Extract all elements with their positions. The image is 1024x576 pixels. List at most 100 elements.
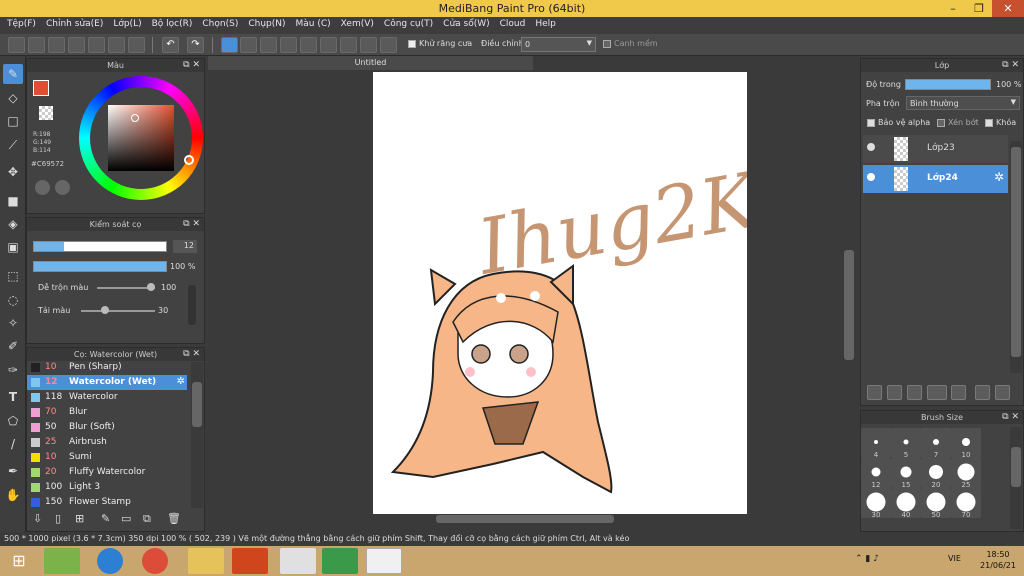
menu-help[interactable]: Help — [532, 17, 563, 34]
eye-icon[interactable] — [867, 173, 875, 181]
brush-size-option[interactable]: 5 — [891, 428, 921, 459]
app-icon[interactable] — [322, 548, 358, 574]
comment-icon[interactable] — [48, 37, 65, 53]
panel-float-close-icon[interactable]: ⧉ ✕ — [183, 59, 200, 72]
move-tool-icon[interactable]: ✥ — [3, 162, 23, 182]
medibang-taskbar-icon[interactable] — [366, 548, 402, 574]
cloud-icon[interactable] — [8, 37, 25, 53]
internet-explorer-icon[interactable] — [97, 548, 123, 574]
brush-item[interactable]: 25 Airbrush — [27, 435, 187, 450]
eye-icon[interactable] — [867, 143, 875, 151]
transparent-color-swatch[interactable] — [39, 106, 53, 120]
brush-item[interactable]: 118 Watercolor — [27, 390, 187, 405]
bucket-tool-icon[interactable]: ◈ — [3, 214, 23, 234]
folder-icon[interactable]: ▭ — [121, 512, 131, 525]
layer-folder-icon[interactable] — [951, 385, 966, 400]
parallel-snap-icon[interactable] — [240, 37, 257, 53]
brush-size-option[interactable]: 10 — [951, 428, 981, 459]
menu-tools[interactable]: Công cụ(T) — [381, 17, 440, 34]
snap-soft-checkbox[interactable] — [603, 39, 611, 48]
clipping-option[interactable]: Xén bớt — [937, 118, 979, 127]
brush-list-scrollbar[interactable] — [191, 362, 203, 508]
canvas-tab[interactable]: Untitled — [208, 56, 533, 70]
brush-control-scrollbar[interactable] — [188, 285, 196, 325]
message-icon[interactable] — [68, 37, 85, 53]
bluestacks-app-icon[interactable] — [44, 548, 80, 574]
menu-file[interactable]: Tệp(F) — [4, 17, 43, 34]
chrome-icon[interactable] — [142, 548, 168, 574]
select-eraser-tool-icon[interactable]: ✑ — [3, 360, 23, 380]
sv-picker-handle[interactable] — [131, 114, 139, 122]
snap-settings-icon[interactable] — [380, 37, 397, 53]
vanishing-snap-icon[interactable] — [280, 37, 297, 53]
panel-float-close-icon[interactable]: ⧉ ✕ — [183, 218, 200, 231]
brush-size-option[interactable]: 20 — [921, 458, 951, 489]
protect-alpha-checkbox[interactable] — [867, 118, 875, 127]
clipping-checkbox[interactable] — [937, 118, 945, 127]
protect-alpha-option[interactable]: Bảo vệ alpha — [867, 118, 930, 127]
layer-row[interactable]: Lớp23 — [863, 135, 1008, 163]
add-brush-icon[interactable]: ⊞ — [75, 512, 84, 525]
undo-icon[interactable]: ↶ — [162, 37, 179, 53]
close-button[interactable]: ✕ — [992, 0, 1024, 17]
radial-snap-icon[interactable] — [300, 37, 317, 53]
canvas-horizontal-scrollbar[interactable] — [208, 514, 842, 524]
lock-option[interactable]: Khóa — [985, 118, 1016, 127]
layer-row-selected[interactable]: Lớp24 ✲ — [863, 165, 1008, 193]
panel-float-close-icon[interactable]: ⧉ ✕ — [1002, 411, 1019, 424]
brush-size-option[interactable]: 4 — [861, 428, 891, 459]
size-slider[interactable] — [33, 241, 167, 252]
antialias-option[interactable]: Khử răng cưa — [408, 39, 472, 48]
select-pen-tool-icon[interactable]: ✐ — [3, 336, 23, 356]
brush-size-option[interactable]: 15 — [891, 458, 921, 489]
layer-opacity-slider[interactable] — [905, 79, 991, 90]
gradient-tool-icon[interactable]: ▣ — [3, 237, 23, 257]
amount-slider-handle[interactable] — [101, 306, 109, 314]
size-value[interactable]: 12 — [173, 240, 197, 253]
duplicate-layer-icon[interactable] — [975, 385, 990, 400]
adjust-select[interactable]: 0 ▼ — [521, 37, 596, 52]
canvas-h-scroll-thumb[interactable] — [436, 515, 614, 523]
lock-checkbox[interactable] — [985, 118, 993, 127]
curve-snap-icon[interactable] — [340, 37, 357, 53]
brush-item[interactable]: 150 Flower Stamp — [27, 495, 187, 508]
brush-size-option[interactable]: 7 — [921, 428, 951, 459]
magic-wand-tool-icon[interactable]: ✧ — [3, 313, 23, 333]
trash-icon[interactable]: 🗑 — [167, 512, 181, 525]
brush-item[interactable]: 10 Pen (Sharp) — [27, 360, 187, 375]
blend-slider-handle[interactable] — [147, 283, 155, 291]
brush-size-option[interactable]: 40 — [891, 488, 921, 519]
office-app-icon[interactable] — [232, 548, 268, 574]
windows-start-icon[interactable]: ⊞ — [4, 548, 34, 574]
new-8bit-layer-icon[interactable] — [907, 385, 922, 400]
palette-icon[interactable] — [35, 180, 50, 195]
menu-window[interactable]: Cửa sổ(W) — [440, 17, 496, 34]
primary-color-swatch[interactable] — [33, 80, 49, 96]
stroke-tool-icon[interactable]: ⟋ — [3, 135, 23, 155]
canvas-vertical-scrollbar[interactable] — [842, 72, 856, 512]
gear-icon[interactable]: ✲ — [994, 170, 1004, 184]
select-tool-icon[interactable]: ⬚ — [3, 266, 23, 286]
antialias-checkbox[interactable] — [408, 39, 416, 48]
brush-item[interactable]: 100 Light 3 — [27, 480, 187, 495]
no-snap-icon[interactable] — [221, 37, 238, 53]
menu-select[interactable]: Chọn(S) — [199, 17, 245, 34]
brush-item-selected[interactable]: 12 Watercolor (Wet) ✲ — [27, 375, 187, 390]
cross-snap-icon[interactable] — [260, 37, 277, 53]
gear-icon[interactable]: ✲ — [177, 376, 185, 387]
new-halftone-layer-icon[interactable] — [887, 385, 902, 400]
document-icon[interactable] — [88, 37, 105, 53]
panel-float-close-icon[interactable]: ⧉ ✕ — [1002, 59, 1019, 72]
brush-size-option[interactable]: 70 — [951, 488, 981, 519]
brush-size-option[interactable]: 12 — [861, 458, 891, 489]
brush-item[interactable]: 20 Fluffy Watercolor — [27, 465, 187, 480]
new-layer-icon[interactable] — [867, 385, 882, 400]
circle-snap-icon[interactable] — [320, 37, 337, 53]
palette-settings-icon[interactable] — [55, 180, 70, 195]
brush-item[interactable]: 70 Blur — [27, 405, 187, 420]
operation-tool-icon[interactable]: ⬠ — [3, 411, 23, 431]
brush-item[interactable]: 10 Sumi — [27, 450, 187, 465]
new-brush-icon[interactable]: ▯ — [55, 512, 61, 525]
brush-size-option[interactable]: 50 — [921, 488, 951, 519]
brush-size-scrollbar[interactable] — [1010, 427, 1022, 529]
